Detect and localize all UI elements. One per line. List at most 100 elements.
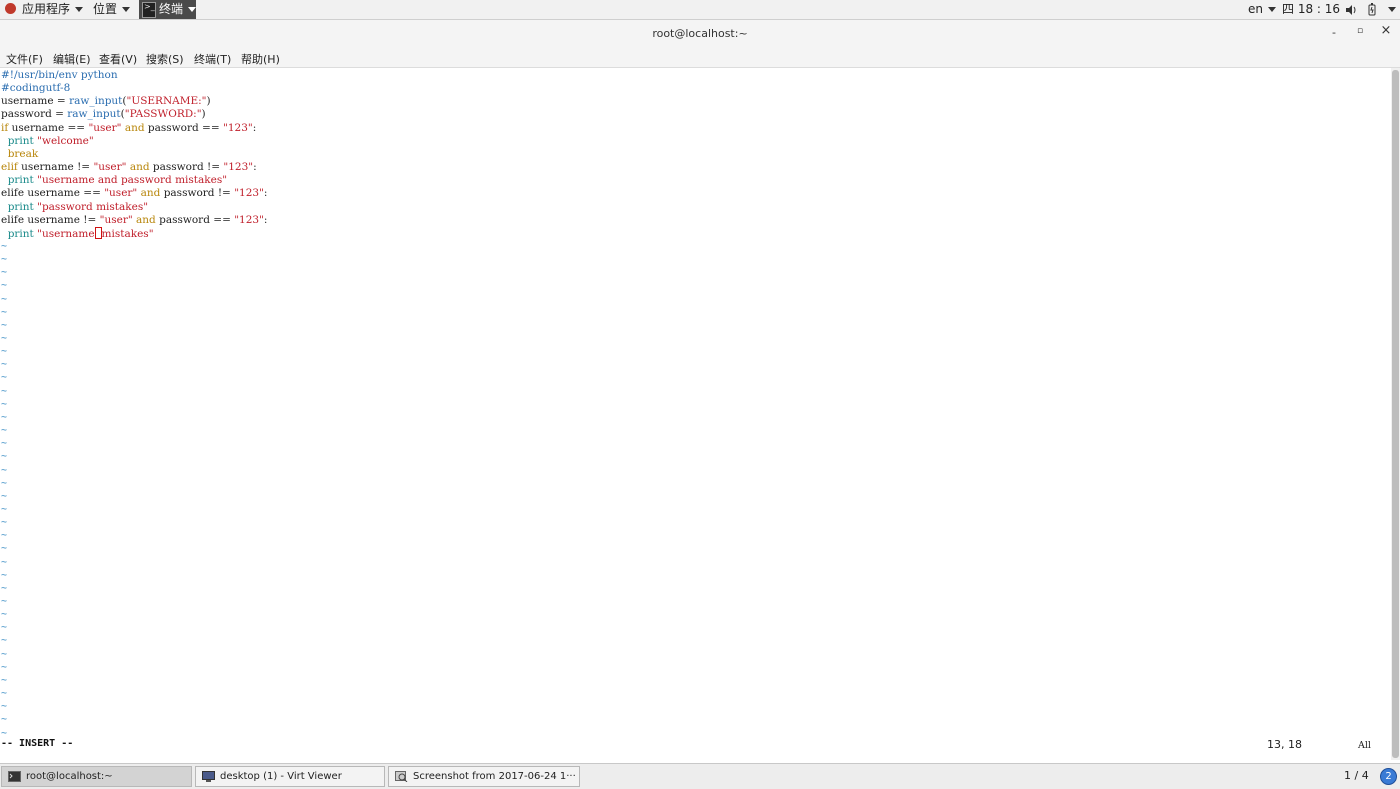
code-line: print "username mistakes" [7, 226, 154, 240]
places-menu[interactable]: 位置 [93, 0, 131, 19]
applications-menu[interactable]: 应用程序 [5, 0, 84, 19]
chevron-down-icon [75, 7, 84, 12]
code-line: elife username != "user" and password ==… [1, 213, 268, 226]
bottom-taskbar: root@localhost:~ desktop (1) - Virt View… [0, 763, 1400, 789]
code-line: if username == "user" and password == "1… [1, 121, 257, 134]
empty-line-tilde: ~ [1, 648, 8, 660]
empty-line-tilde: ~ [1, 661, 8, 673]
monitor-icon [202, 770, 215, 782]
top-panel: 应用程序 位置 >_ 终端 en 四 18 : 16 [0, 0, 1400, 20]
empty-line-tilde: ~ [1, 293, 8, 305]
empty-line-tilde: ~ [1, 425, 8, 437]
code-line: break [7, 147, 39, 160]
empty-line-tilde: ~ [1, 635, 8, 647]
vim-mode-indicator: -- INSERT -- [1, 738, 74, 749]
code-line: print "welcome" [7, 134, 94, 147]
cursor-position: 13, 18 [1267, 738, 1302, 751]
close-button[interactable]: × [1379, 23, 1393, 38]
terminal-label: 终端 [159, 2, 184, 16]
empty-line-tilde: ~ [1, 319, 8, 331]
scrollbar[interactable] [1391, 68, 1400, 760]
empty-line-tilde: ~ [1, 609, 8, 621]
empty-line-tilde: ~ [1, 385, 8, 397]
empty-line-tilde: ~ [1, 701, 8, 713]
clock[interactable]: 四 18 : 16 [1282, 0, 1340, 19]
notification-badge[interactable]: 2 [1380, 768, 1397, 785]
scroll-position: All [1358, 740, 1371, 751]
empty-line-tilde: ~ [1, 622, 8, 634]
empty-line-tilde: ~ [1, 503, 8, 515]
menu-edit[interactable]: 编辑(E) [53, 51, 91, 67]
empty-line-tilde: ~ [1, 398, 8, 410]
screenshot-icon [395, 770, 408, 782]
empty-line-tilde: ~ [1, 359, 8, 371]
empty-line-tilde: ~ [1, 490, 8, 502]
empty-line-tilde: ~ [1, 240, 8, 252]
chevron-down-icon [188, 7, 197, 12]
code-line: #!/usr/bin/env python [1, 69, 118, 81]
task-terminal[interactable]: root@localhost:~ [1, 766, 192, 787]
empty-line-tilde: ~ [1, 372, 8, 384]
empty-line-tilde: ~ [1, 477, 8, 489]
menu-terminal[interactable]: 终端(T) [194, 51, 231, 67]
terminal-app-menu[interactable]: >_ 终端 [139, 0, 197, 19]
volume-icon[interactable] [1345, 0, 1358, 19]
menu-view[interactable]: 查看(V) [99, 51, 137, 67]
task-label: Screenshot from 2017-06-24 1··· [413, 771, 576, 782]
code-line: password = raw_input("PASSWORD:") [1, 108, 206, 121]
language-label: en [1248, 2, 1263, 16]
menu-search[interactable]: 搜索(S) [146, 51, 184, 67]
window-titlebar[interactable]: root@localhost:~ - ▫ × [0, 20, 1400, 47]
empty-line-tilde: ~ [1, 333, 8, 344]
places-label: 位置 [93, 2, 118, 16]
empty-line-tilde: ~ [1, 582, 8, 594]
task-label: desktop (1) - Virt Viewer [220, 771, 342, 782]
task-screenshot[interactable]: Screenshot from 2017-06-24 1··· [388, 766, 580, 787]
task-label: root@localhost:~ [26, 771, 113, 782]
applications-label: 应用程序 [22, 2, 71, 16]
task-virt-viewer[interactable]: desktop (1) - Virt Viewer [195, 766, 385, 787]
scroll-thumb[interactable] [1392, 70, 1399, 758]
empty-line-tilde: ~ [1, 451, 8, 463]
empty-line-tilde: ~ [1, 438, 8, 450]
menu-help[interactable]: 帮助(H) [241, 51, 280, 67]
code-line: elife username == "user" and password !=… [1, 187, 268, 200]
empty-line-tilde: ~ [1, 411, 8, 423]
code-line: print "password mistakes" [7, 200, 149, 213]
empty-line-tilde: ~ [1, 530, 8, 542]
menu-file[interactable]: 文件(F) [6, 51, 43, 67]
chevron-down-icon [122, 7, 131, 12]
empty-line-tilde: ~ [1, 543, 8, 555]
empty-line-tilde: ~ [1, 556, 8, 568]
empty-line-tilde: ~ [1, 254, 8, 266]
code-line: #codingutf-8 [1, 82, 71, 95]
empty-line-tilde: ~ [1, 464, 8, 476]
code-line: elif username != "user" and password != … [1, 161, 257, 174]
dropdown-icon [1388, 7, 1396, 12]
terminal-icon: >_ [142, 1, 156, 18]
code-line: username = raw_input("USERNAME:") [1, 95, 211, 108]
maximize-button[interactable]: ▫ [1353, 26, 1367, 36]
text-cursor [94, 226, 102, 239]
menubar: 文件(F) 编辑(E) 查看(V) 搜索(S) 终端(T) 帮助(H) [0, 47, 1400, 68]
code-line: print "username and password mistakes" [7, 174, 228, 187]
window-title: root@localhost:~ [652, 27, 748, 40]
chevron-down-icon [1268, 7, 1276, 12]
empty-line-tilde: ~ [1, 280, 8, 292]
workspace-indicator[interactable]: 1 / 4 [1344, 769, 1369, 782]
empty-line-tilde: ~ [1, 714, 8, 726]
empty-line-tilde: ~ [1, 306, 8, 318]
empty-line-tilde: ~ [1, 569, 8, 581]
power-icon[interactable] [1366, 0, 1378, 19]
empty-line-tilde: ~ [1, 346, 8, 358]
empty-line-tilde: ~ [1, 596, 8, 607]
vim-editor[interactable]: #!/usr/bin/env python #codingutf-8 usernam… [0, 68, 1390, 760]
language-selector[interactable]: en [1248, 0, 1276, 19]
empty-line-tilde: ~ [1, 674, 8, 686]
system-menu-dropdown[interactable] [1383, 0, 1396, 19]
minimize-button[interactable]: - [1327, 26, 1341, 39]
empty-line-tilde: ~ [1, 267, 8, 279]
terminal-icon [8, 770, 21, 782]
empty-line-tilde: ~ [1, 688, 8, 700]
app-logo-icon [5, 3, 16, 14]
